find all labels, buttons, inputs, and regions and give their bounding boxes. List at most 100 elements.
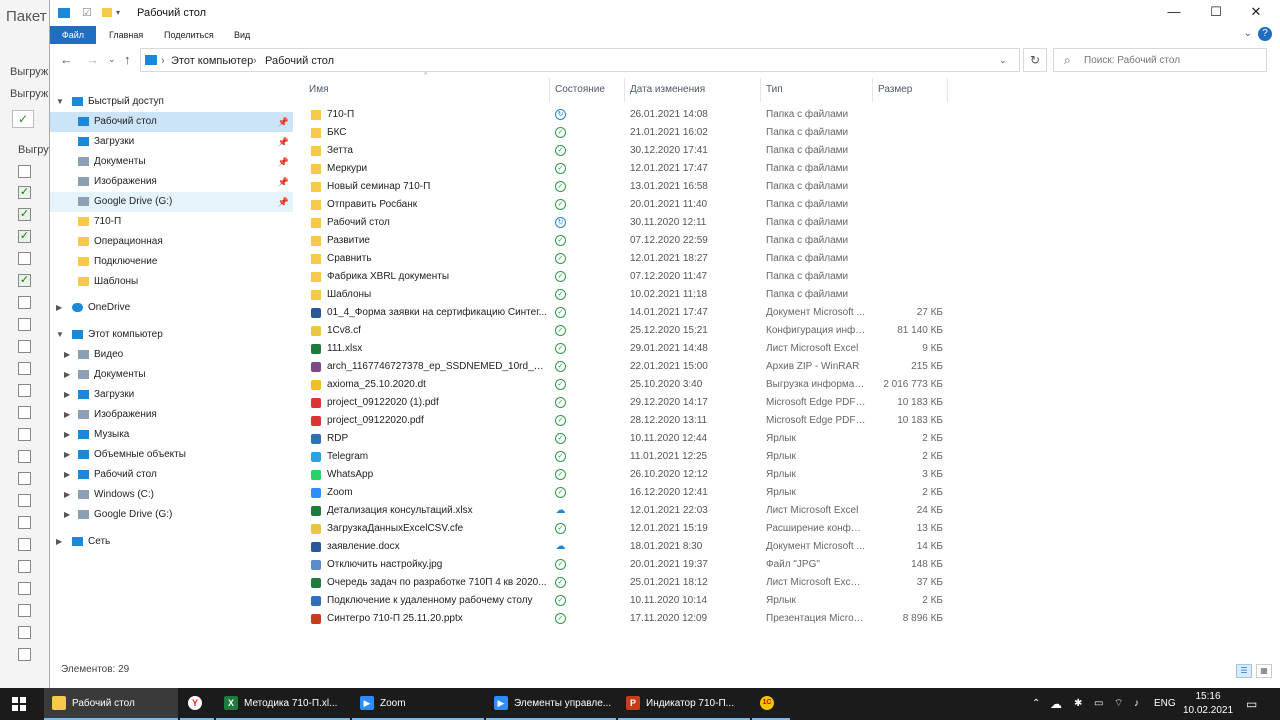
nav-pc-item[interactable]: ▶ Объемные объекты [50,445,293,465]
file-row[interactable]: WhatsApp ✓ 26.10.2020 12:12 Ярлык 3 КБ [305,466,945,484]
network-icon[interactable]: ⌔ [1114,688,1123,720]
bluetooth-tray-icon[interactable]: ✱ [1074,688,1082,720]
file-row[interactable]: 01_4_Форма заявки на сертификацию Синтег… [305,304,945,322]
file-row[interactable]: Отключить настройку.jpg ✓ 20.01.2021 19:37… [305,556,945,574]
new-folder-icon[interactable] [102,8,112,17]
tab-view[interactable]: Вид [234,26,250,44]
file-row[interactable]: axioma_25.10.2020.dt ✓ 25.10.2020 3:40 Выгр… [305,376,945,394]
address-dropdown-icon[interactable]: ⌄ [999,55,1007,66]
details-view-button[interactable]: ☰ [1236,664,1252,678]
background-checkbox[interactable] [18,384,31,397]
file-row[interactable]: ЗагрузкаДанныхExcelCSV.cfe ✓ 12.01.2021 15… [305,520,945,538]
show-hidden-icons-icon[interactable]: ⌃ [1032,688,1040,720]
nav-network[interactable]: ▶ Сеть [50,532,293,552]
background-checkbox[interactable] [18,538,31,551]
recent-locations-icon[interactable]: ⌄ [108,54,116,65]
background-checkbox[interactable] [18,362,31,375]
nav-pc-item[interactable]: ▶ Google Drive (G:) [50,505,293,525]
nav-quick-item[interactable]: Google Drive (G:) 📌 [50,192,293,212]
volume-icon[interactable]: ♪ [1134,688,1139,720]
close-button[interactable]: ✕ [1236,4,1276,22]
large-icons-view-button[interactable]: ▦ [1256,664,1272,678]
taskbar-item[interactable]: Y [180,688,214,720]
nav-quick-item[interactable]: Подключение [50,252,293,272]
column-divider[interactable] [624,78,625,102]
nav-onedrive[interactable]: ▶ OneDrive [50,298,293,318]
file-row[interactable]: Очередь задач по разработке 710П 4 кв 20… [305,574,945,592]
nav-quick-item[interactable]: Загрузки 📌 [50,132,293,152]
pin-icon[interactable]: 📌 [278,152,289,172]
file-row[interactable]: Шаблоны ✓ 10.02.2021 11:18 Папка с файлами [305,286,945,304]
column-divider[interactable] [872,78,873,102]
minimize-button[interactable]: — [1154,4,1194,22]
background-check-button[interactable]: ✓ [12,110,34,128]
pin-icon[interactable]: 📌 [278,132,289,152]
file-row[interactable]: project_09122020 (1).pdf ✓ 29.12.2020 14:1… [305,394,945,412]
column-header-status[interactable]: Состояние [555,82,605,98]
start-button[interactable] [12,697,26,711]
file-row[interactable]: project_09122020.pdf ✓ 28.12.2020 13:11 Mic… [305,412,945,430]
nav-pc-item[interactable]: ▶ Документы [50,365,293,385]
file-row[interactable]: Синтегро 710-П 25.11.20.pptx ✓ 17.11.2020 … [305,610,945,628]
battery-icon[interactable]: ▭ [1094,688,1103,720]
nav-pc-item[interactable]: ▶ Рабочий стол [50,465,293,485]
nav-pc-item[interactable]: ▶ Загрузки [50,385,293,405]
column-header-name[interactable]: Имя [309,82,328,98]
file-row[interactable]: RDP ✓ 10.11.2020 12:44 Ярлык 2 КБ [305,430,945,448]
column-divider[interactable] [760,78,761,102]
taskbar-item[interactable]: Рабочий стол [44,688,178,720]
file-row[interactable]: заявление.docx ☁ 18.01.2021 8:30 Документ M… [305,538,945,556]
file-row[interactable]: Отправить Росбанк ✓ 20.01.2021 11:40 Папка … [305,196,945,214]
column-header-type[interactable]: Тип [766,82,783,98]
collapsed-chevron-icon[interactable]: ▶ [64,365,74,385]
pin-icon[interactable]: 📌 [278,112,289,132]
pin-icon[interactable]: 📌 [278,192,289,212]
file-row[interactable]: Фабрика XBRL документы ✓ 07.12.2020 11:47 П… [305,268,945,286]
background-checkbox[interactable] [18,165,31,178]
clock[interactable]: 15:16 10.02.2021 [1182,690,1234,718]
file-row[interactable]: 1Cv8.cf ✓ 25.12.2020 15:21 Конфигурация инф… [305,322,945,340]
tab-home[interactable]: Главная [109,26,143,44]
taskbar-item[interactable]: P Индикатор 710-П... [618,688,750,720]
collapsed-chevron-icon[interactable]: ▶ [64,485,74,505]
nav-pc-item[interactable]: ▶ Музыка [50,425,293,445]
nav-quick-access[interactable]: ▼ Быстрый доступ [50,92,293,112]
pin-icon[interactable]: 📌 [278,172,289,192]
nav-pc-item[interactable]: ▶ Windows (C:) [50,485,293,505]
expand-ribbon-icon[interactable]: ⌄ [1244,28,1252,39]
background-checkbox[interactable] [18,318,31,331]
background-checkbox[interactable] [18,472,31,485]
background-checkbox[interactable] [18,428,31,441]
collapsed-chevron-icon[interactable]: ▶ [64,465,74,485]
breadcrumb-this-pc[interactable]: Этот компьютер [171,55,253,67]
nav-quick-item[interactable]: Изображения 📌 [50,172,293,192]
background-checkbox[interactable] [18,604,31,617]
search-box[interactable]: ⌕ [1053,48,1267,72]
nav-quick-item[interactable]: Рабочий стол 📌 [50,112,293,132]
expanded-chevron-icon[interactable]: ▼ [56,325,66,345]
file-row[interactable]: arch_1167746727378_ep_SSDNEMED_10rd_39_s… [305,358,945,376]
background-checkbox[interactable] [18,648,31,661]
background-checkbox[interactable] [18,296,31,309]
file-row[interactable]: Развитие ✓ 07.12.2020 22:59 Папка с файлами [305,232,945,250]
breadcrumb-separator-icon[interactable]: › [253,55,257,67]
properties-icon[interactable]: ☑ [82,6,92,19]
nav-quick-item[interactable]: Документы 📌 [50,152,293,172]
refresh-button[interactable]: ↻ [1023,48,1047,72]
collapsed-chevron-icon[interactable]: ▶ [64,425,74,445]
nav-pc-item[interactable]: ▶ Изображения [50,405,293,425]
file-row[interactable]: Меркури ✓ 12.01.2021 17:47 Папка с файлами [305,160,945,178]
file-row[interactable]: 710-П ↻ 26.01.2021 14:08 Папка с файлами [305,106,945,124]
collapsed-chevron-icon[interactable]: ▶ [64,385,74,405]
tab-share[interactable]: Поделиться [164,26,214,44]
collapsed-chevron-icon[interactable]: ▶ [64,345,74,365]
file-row[interactable]: Zoom ✓ 16.12.2020 12:41 Ярлык 2 КБ [305,484,945,502]
quick-access-dropdown-icon[interactable]: ▾ [116,8,120,17]
background-checkbox[interactable] [18,582,31,595]
file-row[interactable]: Новый семинар 710-П ✓ 13.01.2021 16:58 Папк… [305,178,945,196]
onedrive-tray-icon[interactable]: ☁ [1050,688,1062,720]
column-header-size[interactable]: Размер [878,82,912,98]
background-checkbox[interactable]: ✓ [18,274,31,287]
breadcrumb-separator-icon[interactable]: › [161,55,165,67]
file-row[interactable]: БКС ✓ 21.01.2021 16:02 Папка с файлами [305,124,945,142]
